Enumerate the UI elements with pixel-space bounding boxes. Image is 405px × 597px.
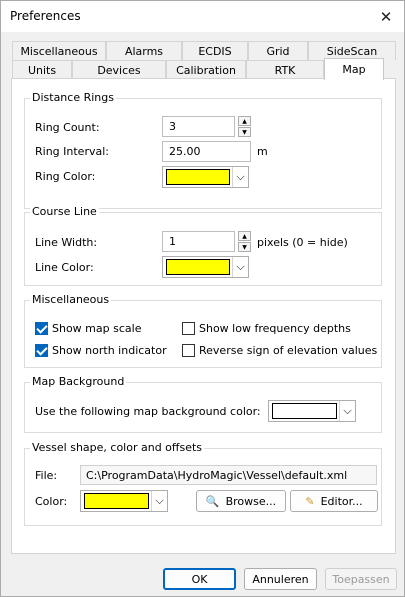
line-color-combo[interactable]: ⌵ (162, 256, 249, 278)
vessel-color-label: Color: (35, 495, 68, 508)
show-low-frequency-label: Show low frequency depths (199, 322, 351, 335)
group-title: Distance Rings (30, 91, 116, 104)
tab-units[interactable]: Units (12, 60, 72, 79)
miscellaneous-group: Miscellaneous Show map scale Show north … (24, 293, 382, 368)
line-width-stepper[interactable]: ▲ ▼ (238, 231, 251, 252)
reverse-sign-label: Reverse sign of elevation values (199, 344, 378, 357)
chevron-up-icon[interactable]: ▲ (238, 116, 251, 126)
ring-count-stepper[interactable]: ▲ ▼ (238, 116, 251, 137)
tab-label: SideScan (326, 44, 378, 58)
editor-label: Editor... (320, 494, 363, 508)
tab-label: Map (342, 63, 366, 76)
file-label: File: (35, 469, 58, 482)
tab-alarms[interactable]: Alarms (106, 41, 182, 60)
vessel-color-swatch (84, 493, 149, 509)
ring-color-combo[interactable]: ⌵ (162, 166, 249, 188)
line-width-hint: pixels (0 = hide) (257, 236, 348, 249)
pencil-icon: ✎ (305, 494, 315, 508)
tab-miscellaneous[interactable]: Miscellaneous (12, 41, 106, 60)
line-color-swatch (166, 259, 230, 275)
tab-grid[interactable]: Grid (248, 41, 308, 60)
show-map-scale-label: Show map scale (52, 322, 142, 335)
ring-interval-unit: m (257, 145, 268, 158)
browse-icon: 🔍 (205, 494, 220, 508)
tab-label: Calibration (176, 63, 236, 77)
distance-rings-group: Distance Rings Ring Count: 3 ▲ ▼ Ring In… (24, 91, 382, 209)
cancel-label: Annuleren (252, 572, 309, 586)
ring-color-label: Ring Color: (35, 170, 96, 183)
group-title: Map Background (30, 375, 127, 388)
tab-label: Devices (97, 63, 141, 77)
window-title: Preferences (10, 9, 81, 23)
show-low-frequency-checkbox[interactable] (182, 322, 195, 335)
ring-interval-label: Ring Interval: (35, 145, 109, 158)
tab-ecdis[interactable]: ECDIS (182, 41, 248, 60)
tab-label: Units (27, 63, 57, 77)
close-icon[interactable]: ✕ (368, 1, 404, 32)
chevron-down-icon[interactable]: ▼ (238, 127, 251, 137)
chevron-down-icon[interactable]: ⌵ (232, 257, 248, 277)
chevron-down-icon[interactable]: ▼ (238, 242, 251, 252)
tab-devices[interactable]: Devices (72, 60, 166, 79)
browse-label: Browse... (225, 494, 277, 508)
vessel-color-combo[interactable]: ⌵ (80, 490, 168, 512)
line-color-label: Line Color: (35, 261, 94, 274)
line-width-input[interactable]: 1 (162, 231, 235, 252)
tab-label: Grid (266, 44, 290, 58)
tab-label: ECDIS (198, 44, 232, 58)
tab-label: RTK (274, 63, 296, 77)
preferences-window: Preferences ✕ Miscellaneous Alarms ECDIS… (0, 0, 405, 597)
tab-label: Miscellaneous (20, 44, 98, 58)
reverse-sign-checkbox[interactable] (182, 344, 195, 357)
group-title: Course Line (30, 205, 99, 218)
show-north-indicator-label: Show north indicator (52, 344, 167, 357)
apply-button[interactable]: Toepassen (325, 568, 397, 590)
chevron-up-icon[interactable]: ▲ (238, 231, 251, 241)
ok-label: OK (191, 572, 208, 586)
vessel-file-field[interactable]: C:\ProgramData\HydroMagic\Vessel\default… (80, 465, 377, 485)
chevron-down-icon[interactable]: ⌵ (232, 167, 248, 187)
tab-calibration[interactable]: Calibration (166, 60, 246, 79)
cancel-button[interactable]: Annuleren (244, 568, 317, 590)
vessel-group: Vessel shape, color and offsets File: C:… (24, 441, 382, 526)
course-line-group: Course Line Line Width: 1 ▲ ▼ pixels (0 … (24, 205, 382, 286)
map-background-group: Map Background Use the following map bac… (24, 375, 382, 433)
map-tab-panel: Distance Rings Ring Count: 3 ▲ ▼ Ring In… (11, 78, 396, 554)
chevron-down-icon[interactable]: ⌵ (339, 401, 355, 421)
line-width-label: Line Width: (35, 236, 98, 249)
show-map-scale-checkbox[interactable] (35, 322, 48, 335)
apply-label: Toepassen (332, 572, 390, 586)
chevron-down-icon[interactable]: ⌵ (151, 491, 167, 511)
group-title: Miscellaneous (30, 293, 112, 306)
title-bar: Preferences ✕ (1, 1, 404, 32)
show-north-indicator-checkbox[interactable] (35, 344, 48, 357)
ok-button[interactable]: OK (163, 568, 236, 590)
group-title: Vessel shape, color and offsets (30, 441, 205, 454)
tab-rtk[interactable]: RTK (246, 60, 324, 79)
map-background-color-swatch (272, 403, 337, 419)
editor-button[interactable]: ✎ Editor... (290, 490, 378, 512)
map-background-color-combo[interactable]: ⌵ (268, 400, 356, 422)
ring-color-swatch (166, 169, 230, 185)
browse-button[interactable]: 🔍 Browse... (196, 490, 286, 512)
ring-interval-input[interactable]: 25.00 (162, 141, 251, 162)
ring-count-input[interactable]: 3 (162, 116, 235, 137)
tab-map[interactable]: Map (324, 58, 384, 80)
map-background-label: Use the following map background color: (35, 405, 261, 418)
tab-label: Alarms (124, 44, 164, 58)
ring-count-label: Ring Count: (35, 121, 100, 134)
